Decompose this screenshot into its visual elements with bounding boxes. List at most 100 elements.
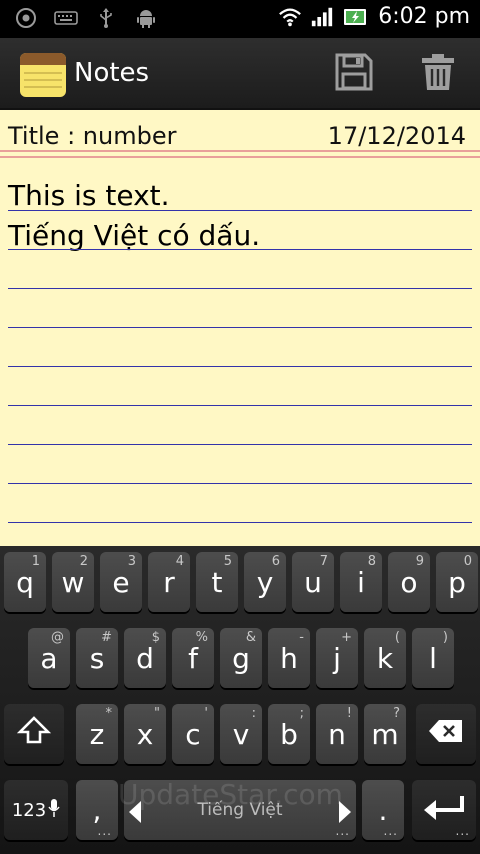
key-secondary-label: 9 xyxy=(415,554,424,569)
key-m[interactable]: m? xyxy=(364,704,406,764)
note-title[interactable]: Title : number xyxy=(8,122,176,150)
key-label: y xyxy=(256,565,274,599)
key-e[interactable]: e3 xyxy=(100,552,142,612)
key-secondary-label: 5 xyxy=(223,554,232,569)
key-n[interactable]: n! xyxy=(316,704,358,764)
space-key[interactable]: Tiếng Việt ... xyxy=(124,780,356,840)
key-u[interactable]: u7 xyxy=(292,552,334,612)
ruled-line xyxy=(8,366,472,367)
key-label: b xyxy=(280,717,298,751)
wifi-icon xyxy=(278,5,302,29)
key-secondary-label: $ xyxy=(151,630,160,645)
signal-icon xyxy=(310,5,334,29)
key-k[interactable]: k( xyxy=(364,628,406,688)
shift-icon xyxy=(16,714,52,755)
key-t[interactable]: t5 xyxy=(196,552,238,612)
ruled-line xyxy=(8,288,472,289)
key-d[interactable]: d $ xyxy=(124,628,166,688)
key-secondary-label: 2 xyxy=(79,554,88,569)
note-line-1: This is text. xyxy=(8,179,170,212)
key-label: q xyxy=(16,565,34,599)
note-body[interactable]: This is text. Tiếng Việt có dấu. xyxy=(0,158,480,546)
symbols-key-label: 123 xyxy=(11,799,47,821)
comma-key[interactable]: , ... xyxy=(76,780,118,840)
key-label: r xyxy=(163,565,175,599)
key-q[interactable]: q1 xyxy=(4,552,46,612)
ruled-line xyxy=(8,444,472,445)
backspace-icon xyxy=(427,718,465,751)
ruled-line xyxy=(8,210,472,211)
key-y[interactable]: y6 xyxy=(244,552,286,612)
key-v[interactable]: v: xyxy=(220,704,262,764)
key-secondary-label: : xyxy=(251,706,256,721)
more-options-indicator: ... xyxy=(335,824,350,838)
ruled-line xyxy=(8,483,472,484)
save-icon xyxy=(334,52,374,96)
key-secondary-label: 1 xyxy=(31,554,40,569)
key-label: p xyxy=(448,565,466,599)
key-o[interactable]: o9 xyxy=(388,552,430,612)
note-paper: Title : number 17/12/2014 This is text. … xyxy=(0,110,480,546)
action-bar: Notes xyxy=(0,38,480,110)
key-secondary-label: ) xyxy=(442,630,448,645)
key-label: x xyxy=(136,717,154,751)
key-label: u xyxy=(304,565,322,599)
period-key[interactable]: . ... xyxy=(362,780,404,840)
note-title-row[interactable]: Title : number 17/12/2014 xyxy=(0,110,480,154)
key-g[interactable]: g & xyxy=(220,628,262,688)
save-button[interactable] xyxy=(332,52,376,96)
key-j[interactable]: j + xyxy=(316,628,358,688)
delete-button[interactable] xyxy=(416,52,460,96)
key-secondary-label: 0 xyxy=(463,554,472,569)
comma-key-label: , xyxy=(92,793,102,827)
notepad-icon xyxy=(18,49,68,99)
key-a[interactable]: a @ xyxy=(28,628,70,688)
keyboard-icon xyxy=(54,6,78,30)
key-r[interactable]: r4 xyxy=(148,552,190,612)
app-title: Notes xyxy=(74,58,150,88)
status-bar: 6:02 pm xyxy=(0,0,480,38)
key-z[interactable]: z * xyxy=(76,704,118,764)
more-symbols-indicator: ... xyxy=(97,824,112,838)
enter-key[interactable]: ... xyxy=(412,780,476,840)
key-l[interactable]: l) xyxy=(412,628,454,688)
ruled-line xyxy=(8,522,472,523)
note-line-2: Tiếng Việt có dấu. xyxy=(8,219,261,252)
backspace-key[interactable] xyxy=(416,704,476,764)
key-label: k xyxy=(376,641,394,675)
header-rule-1 xyxy=(0,150,480,152)
key-f[interactable]: f% xyxy=(172,628,214,688)
key-label: i xyxy=(357,565,365,599)
android-debug-icon xyxy=(134,6,158,30)
key-secondary-label: ; xyxy=(299,706,304,721)
trash-icon xyxy=(418,52,458,96)
key-x[interactable]: x " xyxy=(124,704,166,764)
key-secondary-label: 3 xyxy=(127,554,136,569)
usb-icon xyxy=(94,6,118,30)
key-secondary-label: ? xyxy=(393,706,400,721)
ruled-line xyxy=(8,249,472,250)
key-w[interactable]: w2 xyxy=(52,552,94,612)
key-h[interactable]: h- xyxy=(268,628,310,688)
key-secondary-label: 8 xyxy=(367,554,376,569)
key-label: s xyxy=(89,641,105,675)
key-secondary-label: ! xyxy=(346,706,352,721)
ruled-line xyxy=(8,327,472,328)
key-secondary-label: ' xyxy=(204,706,208,721)
key-secondary-label: + xyxy=(341,630,352,645)
key-label: v xyxy=(232,717,250,751)
soft-keyboard: q1w2e3r4t5y6u7i8o9p0 a @ s # d $ f% g & h - j + k(l) … xyxy=(0,546,480,854)
more-punctuation-indicator: ... xyxy=(383,824,398,838)
key-p[interactable]: p0 xyxy=(436,552,478,612)
key-label: l xyxy=(429,641,437,675)
key-secondary-label: 4 xyxy=(175,554,184,569)
key-s[interactable]: s # xyxy=(76,628,118,688)
key-c[interactable]: c ' xyxy=(172,704,214,764)
key-label: f xyxy=(188,641,198,675)
key-i[interactable]: i8 xyxy=(340,552,382,612)
shift-key[interactable] xyxy=(4,704,64,764)
key-b[interactable]: b; xyxy=(268,704,310,764)
symbols-key[interactable]: 123 xyxy=(4,780,68,840)
enter-icon xyxy=(422,794,466,827)
key-label: z xyxy=(89,717,105,751)
